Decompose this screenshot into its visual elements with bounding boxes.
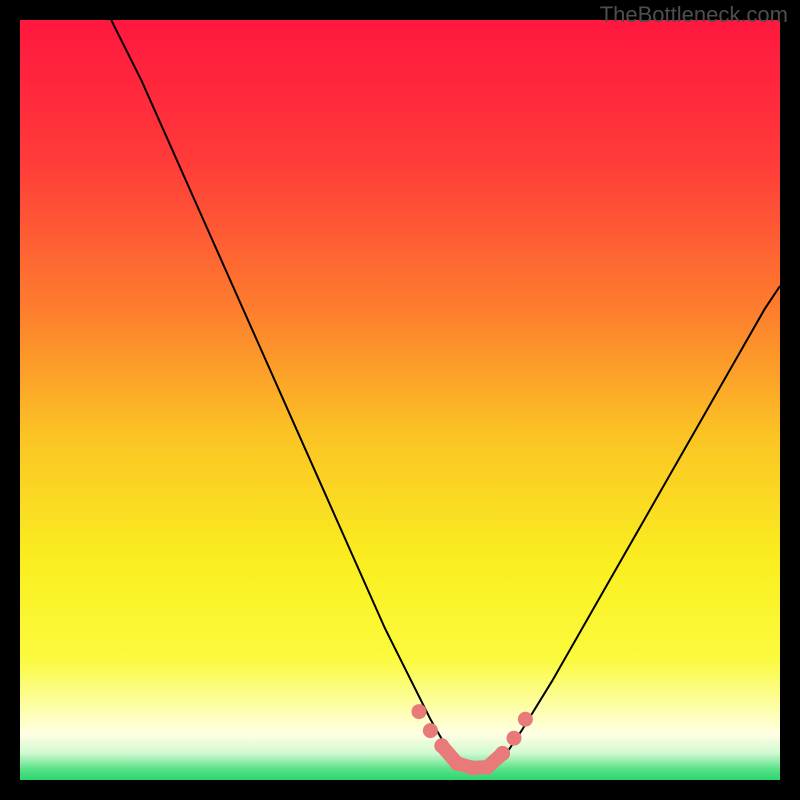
- chart-frame: TheBottleneck.com: [0, 0, 800, 800]
- optimal-band: [412, 704, 533, 775]
- bottleneck-curve: [111, 20, 780, 769]
- curve-layer: [20, 20, 780, 780]
- plot-area: [20, 20, 780, 780]
- watermark-text: TheBottleneck.com: [600, 2, 788, 28]
